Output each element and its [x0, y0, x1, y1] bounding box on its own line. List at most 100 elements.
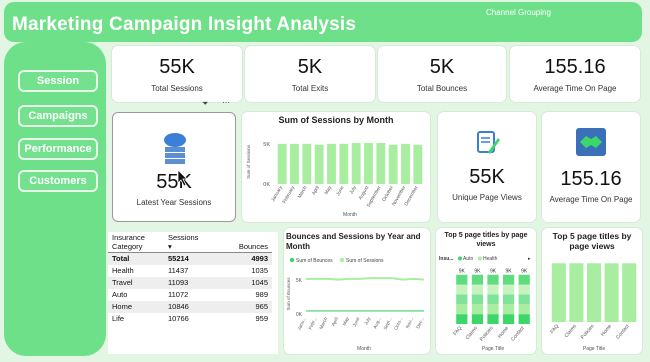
- legend-marker: [339, 257, 345, 263]
- top5-stacked-chart[interactable]: Top 5 page titles by page views Insu... A…: [436, 228, 536, 354]
- bar-segment: [456, 314, 468, 324]
- bar: [388, 144, 398, 184]
- table-row[interactable]: Health 11437 1035: [108, 265, 272, 277]
- bar: [290, 143, 299, 184]
- cell: Auto: [112, 290, 128, 299]
- bar-segment: [471, 304, 484, 315]
- bar: [551, 263, 566, 322]
- bar-segment: [518, 284, 530, 295]
- cell: 55214: [164, 252, 214, 265]
- kpi-label: Total Sessions: [151, 84, 203, 93]
- bar-segment: [518, 304, 530, 315]
- latest-year-value: 55K: [156, 171, 192, 193]
- data-label: 9K: [474, 269, 481, 275]
- kpi-average-time-on-page: 155.16 Average Time On Page: [510, 46, 640, 102]
- channel-grouping-slicer[interactable]: Channel Grouping: [486, 8, 551, 17]
- unique-page-views-card: 55K Unique Page Views: [438, 112, 536, 222]
- cell: Health: [112, 266, 134, 275]
- sessions-by-month-chart[interactable]: Sum of Sessions by Month 5K 0K Sum of Sess…: [242, 112, 430, 222]
- bar: [277, 143, 287, 184]
- header-category[interactable]: Insurance Category: [108, 232, 164, 253]
- insurance-category-table[interactable]: Insurance Category Sessions ▾ Bounces Tot…: [108, 232, 278, 354]
- bar: [604, 263, 619, 322]
- x-tick-label: Contact: [615, 323, 631, 341]
- bar-segment: [502, 314, 515, 324]
- legend-title: Insu...: [439, 256, 454, 262]
- top5-bar-chart[interactable]: Top 5 page titles by page views FAQ Claim…: [542, 228, 642, 354]
- latest-year-sessions-card: 55K Latest Year Sessions: [112, 112, 236, 222]
- data-label: 9K: [490, 269, 497, 275]
- header-sessions-label: Sessions: [168, 233, 199, 242]
- kpi-label: Total Exits: [291, 84, 329, 93]
- header-sessions[interactable]: Sessions ▾: [164, 232, 214, 253]
- series-line: [306, 277, 425, 281]
- cell: 10766: [168, 314, 189, 323]
- cell: 989: [255, 290, 268, 299]
- bar: [327, 143, 336, 184]
- unique-views-value: 55K: [469, 166, 505, 188]
- cell: 10846: [164, 300, 214, 313]
- table-row[interactable]: Auto 11072 989: [108, 289, 272, 301]
- cell: Home: [108, 300, 164, 313]
- x-tick-label: Febr...: [308, 316, 318, 330]
- x-tick-label: May: [342, 316, 350, 327]
- handshake-icon: [576, 128, 606, 156]
- x-tick-label: Aug...: [372, 316, 382, 329]
- nav-session-button[interactable]: Session: [18, 70, 98, 92]
- bar-segment: [518, 274, 530, 285]
- x-tick-label: July: [348, 184, 358, 195]
- unique-views-label: Unique Page Views: [452, 193, 522, 202]
- kpi-label: Average Time On Page: [533, 84, 617, 93]
- header-bounces[interactable]: Bounces: [214, 232, 272, 253]
- x-tick-label: October: [381, 185, 395, 203]
- x-tick-label: Policies: [580, 323, 596, 340]
- x-tick-label: Policies: [479, 325, 495, 342]
- table-row[interactable]: Travel 11093 1045: [108, 276, 272, 289]
- table-row[interactable]: Total 55214 4993: [108, 252, 272, 265]
- table-header-row: Insurance Category Sessions ▾ Bounces: [108, 232, 272, 253]
- x-tick-label: Janu...: [297, 316, 307, 331]
- x-tick-label: Home: [497, 325, 510, 339]
- x-tick-label: March: [318, 316, 328, 330]
- sessions-by-month-svg: 5K0KSum of SessionsJanuaryFebruary March A…: [246, 142, 423, 218]
- x-tick-label: April: [331, 316, 339, 326]
- avg-time-label: Average Time On Page: [549, 195, 633, 204]
- more-options-icon[interactable]: ⋯: [222, 98, 230, 107]
- x-tick-label: June: [335, 185, 346, 197]
- y-tick-label: 0K: [263, 182, 270, 188]
- filter-icon[interactable]: ⏷: [202, 99, 208, 109]
- x-tick-label: Nov...: [405, 316, 414, 329]
- sort-down-icon: ▾: [168, 242, 172, 251]
- bar-segment: [471, 274, 484, 285]
- bar-segment: [518, 314, 530, 324]
- cell: 1035: [251, 266, 268, 275]
- kpi-total-sessions: 55K Total Sessions: [112, 46, 242, 102]
- bar-segment: [518, 294, 530, 305]
- cell: 11072: [168, 290, 189, 299]
- latest-year-label: Latest Year Sessions: [136, 198, 212, 207]
- nav-performance-button[interactable]: Performance: [18, 138, 98, 160]
- bar-segment: [487, 274, 499, 285]
- document-pen-icon: [477, 131, 500, 154]
- bar-segment: [456, 274, 468, 285]
- x-tick-label: FAQ: [549, 323, 560, 335]
- nav-customers-button[interactable]: Customers: [18, 170, 98, 192]
- bar: [314, 144, 324, 184]
- table-row[interactable]: Home 10846 965: [108, 300, 272, 313]
- bar-chart-svg: FAQ Claims Policies Home Contact Page Title: [549, 263, 637, 352]
- table-row[interactable]: Life 10766 959: [108, 313, 272, 325]
- x-tick-label: March: [297, 185, 309, 200]
- legend-marker: [458, 256, 462, 261]
- data-label: 9K: [459, 269, 466, 275]
- y-axis-label: Sum of Bounces: [286, 277, 291, 311]
- bar: [569, 263, 584, 322]
- bar-segment: [471, 284, 484, 295]
- nav-campaigns-button[interactable]: Campaigns: [18, 105, 98, 127]
- bounces-sessions-line-chart[interactable]: Bounces and Sessions by Year and Month S…: [284, 228, 430, 354]
- x-tick-label: Home: [600, 323, 613, 337]
- x-axis-label: Month: [343, 212, 357, 218]
- legend-marker: [478, 256, 482, 261]
- avg-time-value: 155.16: [560, 168, 622, 190]
- x-axis-label: Page Title: [482, 346, 504, 352]
- database-cloud-icon: [164, 133, 186, 164]
